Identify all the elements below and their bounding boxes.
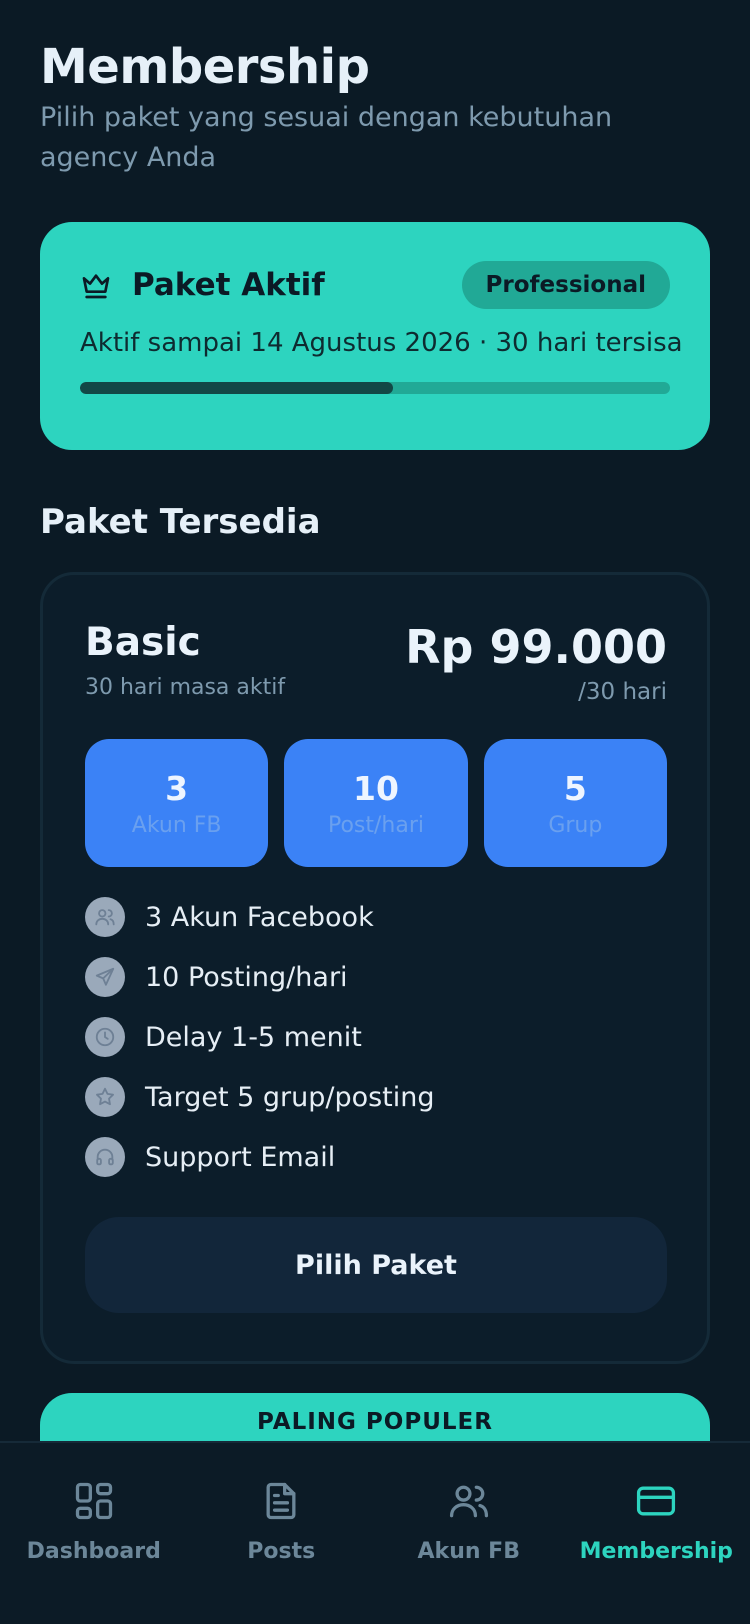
card-icon — [637, 1486, 676, 1516]
active-plan-title: Paket Aktif — [132, 267, 325, 303]
plan-header: Basic 30 hari masa aktif Rp 99.000 /30 h… — [85, 619, 667, 705]
stat-label: Grup — [548, 812, 603, 838]
stat-groups: 5 Grup — [483, 739, 667, 867]
send-icon — [85, 957, 125, 997]
headset-icon — [85, 1137, 125, 1177]
nav-item-posts[interactable]: Posts — [188, 1443, 376, 1624]
page-title: Membership — [40, 39, 370, 95]
clock-icon — [85, 1017, 125, 1057]
active-plan-progress — [80, 382, 670, 394]
stat-label: Post/hari — [327, 812, 424, 838]
feature-text: Target 5 grup/posting — [145, 1081, 435, 1113]
page-subtitle: Pilih paket yang sesuai dengan kebutuhan… — [40, 102, 613, 173]
nav-item-fb-accounts[interactable]: Akun FB — [375, 1443, 563, 1624]
plan-period: /30 hari — [578, 679, 667, 705]
stat-label: Akun FB — [131, 812, 222, 838]
plan-name-group: Basic 30 hari masa aktif — [85, 619, 285, 705]
plan-price: Rp 99.000 — [405, 620, 667, 674]
plan-duration: 30 hari masa aktif — [85, 675, 286, 700]
membership-page: Membership Pilih paket yang sesuai denga… — [0, 0, 750, 1364]
stat-posts-per-day: 10 Post/hari — [284, 739, 468, 867]
users-icon — [449, 1485, 488, 1518]
star-icon — [85, 1077, 125, 1117]
feature-text: Delay 1-5 menit — [145, 1021, 362, 1053]
plan-stats: 3 Akun FB 10 Post/hari 5 Grup — [85, 739, 667, 867]
plan-price-group: Rp 99.000 /30 hari — [405, 619, 667, 705]
nav-label: Akun FB — [417, 1539, 520, 1564]
plan-card-basic: Basic 30 hari masa aktif Rp 99.000 /30 h… — [40, 572, 710, 1364]
document-icon — [266, 1482, 296, 1520]
feature-text: Support Email — [145, 1141, 336, 1173]
feature-item: 3 Akun Facebook — [85, 887, 667, 947]
feature-item: 10 Posting/hari — [85, 947, 667, 1007]
active-plan-progress-fill — [80, 382, 393, 394]
feature-item: Support Email — [85, 1127, 667, 1187]
feature-item: Delay 1-5 menit — [85, 1007, 667, 1067]
choose-plan-button[interactable]: Pilih Paket — [85, 1217, 667, 1313]
stat-value: 3 — [165, 768, 189, 808]
feature-list: 3 Akun Facebook 10 Posting/hari Delay 1-… — [85, 887, 667, 1187]
plan-name: Basic — [85, 620, 201, 665]
nav-label: Membership — [579, 1539, 733, 1564]
nav-label: Dashboard — [26, 1539, 161, 1564]
active-plan-card: Paket Aktif Professional Aktif sampai 14… — [40, 222, 710, 450]
dashboard-icon — [75, 1482, 112, 1520]
nav-label: Posts — [247, 1539, 316, 1564]
crown-icon — [82, 274, 110, 299]
feature-text: 10 Posting/hari — [145, 961, 348, 993]
users-icon — [85, 897, 125, 937]
active-plan-badge: Professional — [461, 261, 670, 309]
bottom-nav: Dashboard Posts Akun FB Membership — [0, 1441, 750, 1624]
stat-value: 5 — [563, 768, 587, 808]
active-plan-header: Paket Aktif Professional — [80, 260, 670, 310]
stat-value: 10 — [353, 768, 399, 808]
active-plan-title-group: Paket Aktif — [80, 267, 325, 303]
section-title-available: Paket Tersedia — [40, 502, 321, 542]
active-plan-info: Aktif sampai 14 Agustus 2026 · 30 hari t… — [80, 328, 683, 358]
feature-text: 3 Akun Facebook — [145, 901, 374, 933]
nav-item-membership[interactable]: Membership — [563, 1443, 750, 1624]
feature-item: Target 5 grup/posting — [85, 1067, 667, 1127]
nav-item-dashboard[interactable]: Dashboard — [0, 1443, 188, 1624]
stat-fb-accounts: 3 Akun FB — [85, 739, 269, 867]
